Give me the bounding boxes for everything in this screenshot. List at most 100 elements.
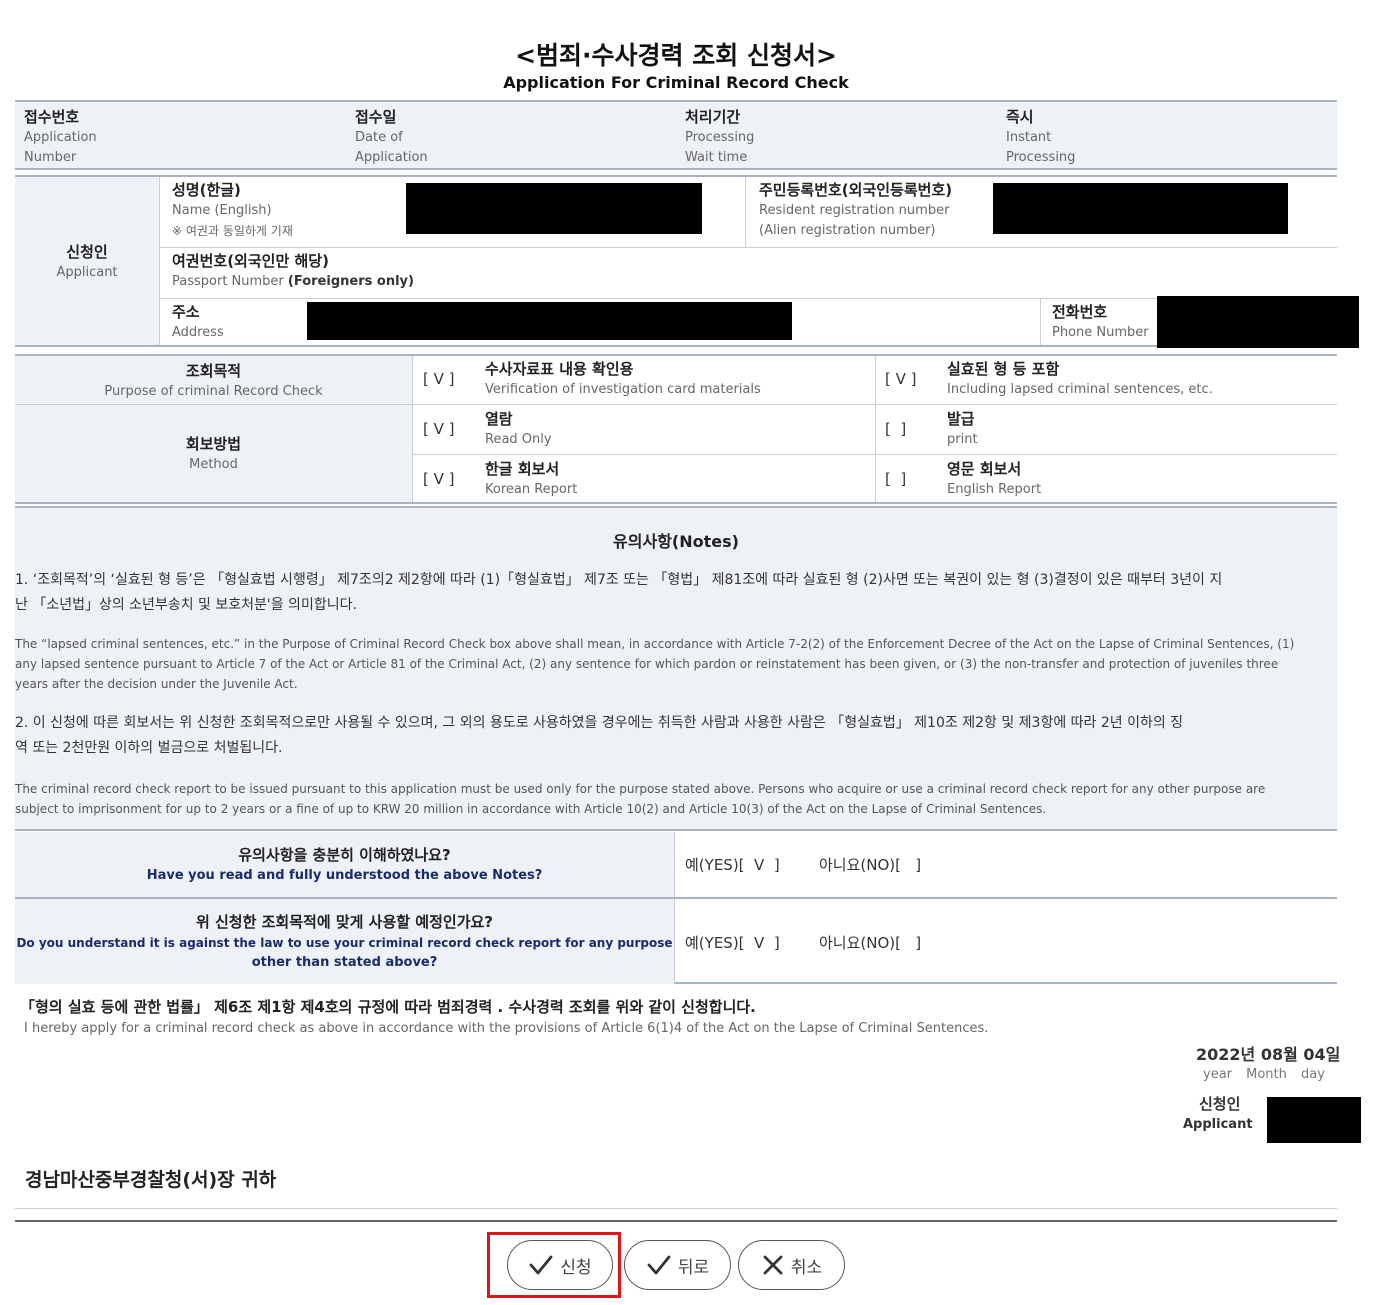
note-line: 2. 이 신청에 따른 회보서는 위 신청한 조회목적으로만 사용될 수 있으며… [15,715,1184,731]
option-en: print [947,432,978,447]
question-en-2: other than stated above? [251,955,438,970]
receipt-number-en-1: Application [24,130,97,145]
rrn-en-label-2: (Alien registration number) [759,223,936,238]
signer-label: 신청인 [1199,1095,1241,1113]
cancel-button-label: 취소 [790,1257,823,1278]
instant-processing-en-2: Processing [1006,150,1076,165]
option-en: Korean Report [485,482,578,497]
note-2-english: The criminal record check report to be i… [15,779,1337,819]
rrn-en-label-1: Resident registration number [759,203,950,218]
purpose-label-cell: 조회목적 Purpose of criminal Record Check [15,356,413,405]
question-purpose-use: 위 신청한 조회목적에 맞게 사용할 예정인가요? Do you underst… [15,899,675,984]
redacted-address [307,302,792,340]
checkmark-icon [647,1255,671,1275]
checkbox-mark: [ V ] [885,370,917,388]
phone-ko-label: 전화번호 [1052,303,1108,321]
option-text: 발급 print [947,408,978,450]
divider [15,1208,1337,1209]
date-units: year Month day [1203,1067,1325,1082]
applicant-label-cell: 신청인 Applicant [15,177,160,345]
address-en-label: Address [172,325,224,340]
note-1-korean: 1. ‘조회목적’의 ‘실효된 형 등’은 「형실효법 시행령」 제7조의2 제… [15,568,1337,618]
passport-ko-label: 여권번호(외국인만 해당) [172,252,329,270]
method-label-en: Method [189,457,238,472]
receipt-number-cell: 접수번호 Application Number [24,106,97,168]
q1-yes-option[interactable]: 예(YES)[ V ] [685,854,780,875]
option-text: 열람 Read Only [485,408,552,450]
receipt-number-en-2: Number [24,150,77,165]
apply-button[interactable]: 신청 [507,1240,613,1290]
close-icon [763,1255,783,1275]
note-line: subject to imprisonment for up to 2 year… [15,802,1047,816]
question-en: Have you read and fully understood the a… [146,868,543,883]
back-button[interactable]: 뒤로 [624,1240,731,1290]
name-note: ※ 여권과 동일하게 기재 [172,224,293,238]
form-subtitle: Application For Criminal Record Check [503,73,849,92]
question-ko: 위 신청한 조회목적에 맞게 사용할 예정인가요? [195,913,493,931]
redacted-rrn [993,183,1288,234]
phone-en-label: Phone Number [1052,325,1149,340]
note-2-korean: 2. 이 신청에 따른 회보서는 위 신청한 조회목적으로만 사용될 수 있으며… [15,711,1337,761]
option-ko: 실효된 형 등 포함 [947,360,1060,378]
q2-yes-option[interactable]: 예(YES)[ V ] [685,932,780,953]
q2-no-option[interactable]: 아니요(NO)[ ] [819,932,921,953]
instant-processing-label: 즉시 [1006,108,1034,126]
rrn-field-label: 주민등록번호(외국인등록번호) Resident registration nu… [759,179,952,241]
option-en: English Report [947,482,1042,497]
apply-button-label: 신청 [560,1257,592,1278]
note-line: 역 또는 2천만원 이하의 벌금으로 처벌됩니다. [15,740,283,756]
name-en-label: Name (English) [172,203,272,218]
divider [15,1220,1337,1222]
checkbox-mark: [ V ] [423,420,455,438]
applicant-label: 신청인 [66,243,108,261]
processing-period-en-1: Processing [685,130,755,145]
passport-field-label: 여권번호(외국인만 해당) Passport Number (Foreigner… [172,250,414,292]
option-text: 실효된 형 등 포함 Including lapsed criminal sen… [947,358,1213,400]
name-field-label: 성명(한글) Name (English) ※ 여권과 동일하게 기재 [172,179,293,241]
processing-period-en-2: Wait time [685,150,748,165]
option-en: Including lapsed criminal sentences, etc… [947,382,1213,397]
processing-period-cell: 처리기간 Processing Wait time [685,106,754,168]
purpose-method-section: 조회목적 Purpose of criminal Record Check 회보… [15,354,1337,504]
note-line: 난 「소년법」상의 소년부송치 및 보호처분'을 의미합니다. [15,597,357,613]
notes-title: 유의사항(Notes) [613,532,739,551]
checkbox-mark: [ V ] [423,370,455,388]
option-ko: 발급 [947,410,975,428]
option-ko: 열람 [485,410,513,428]
purpose-label-en: Purpose of criminal Record Check [104,384,323,399]
question-ko: 유의사항을 충분히 이해하였나요? [238,846,451,864]
name-ko-label: 성명(한글) [172,181,241,199]
declaration-english: I hereby apply for a criminal record che… [24,1021,989,1036]
checkbox-mark: [ ] [885,420,907,438]
divider [745,177,746,247]
passport-row: 여권번호(외국인만 해당) Passport Number (Foreigner… [160,248,1337,299]
q1-no-option[interactable]: 아니요(NO)[ ] [819,854,921,875]
instant-processing-cell: 즉시 Instant Processing [1006,106,1075,168]
cancel-button[interactable]: 취소 [738,1240,845,1290]
option-en: Verification of investigation card mater… [485,382,761,397]
option-text: 영문 회보서 English Report [947,458,1041,500]
instant-processing-en-1: Instant [1006,130,1052,145]
declaration-korean: 「형의 실효 등에 관한 법률」 제6조 제1항 제4호의 규정에 따라 범죄경… [20,998,756,1016]
redacted-name [406,183,702,234]
option-ko: 수사자료표 내용 확인용 [485,360,634,378]
receipt-date-label: 접수일 [355,108,397,126]
method-label-cell: 회보방법 Method [15,405,413,502]
question-notes-understood: 유의사항을 충분히 이해하였나요? Have you read and full… [15,832,675,897]
note-line: The criminal record check report to be i… [15,782,1266,796]
phone-field-label: 전화번호 Phone Number [1052,301,1149,343]
rrn-ko-label: 주민등록번호(외국인등록번호) [759,181,953,199]
checkbox-mark: [ ] [885,470,907,488]
redacted-phone [1157,296,1359,348]
checkbox-mark: [ V ] [423,470,455,488]
redacted-signature [1267,1097,1361,1143]
question-en-1: Do you understand it is against the law … [16,936,673,950]
note-line: any lapsed sentence pursuant to Article … [15,657,1279,671]
method-label: 회보방법 [185,435,242,453]
receipt-info-row: 접수번호 Application Number 접수일 Date of Appl… [15,100,1337,170]
back-button-label: 뒤로 [677,1257,710,1278]
address-field-label: 주소 Address [172,301,224,343]
passport-en-bold: (Foreigners only) [287,274,414,289]
processing-period-label: 처리기간 [685,108,741,126]
option-text: 한글 회보서 Korean Report [485,458,577,500]
